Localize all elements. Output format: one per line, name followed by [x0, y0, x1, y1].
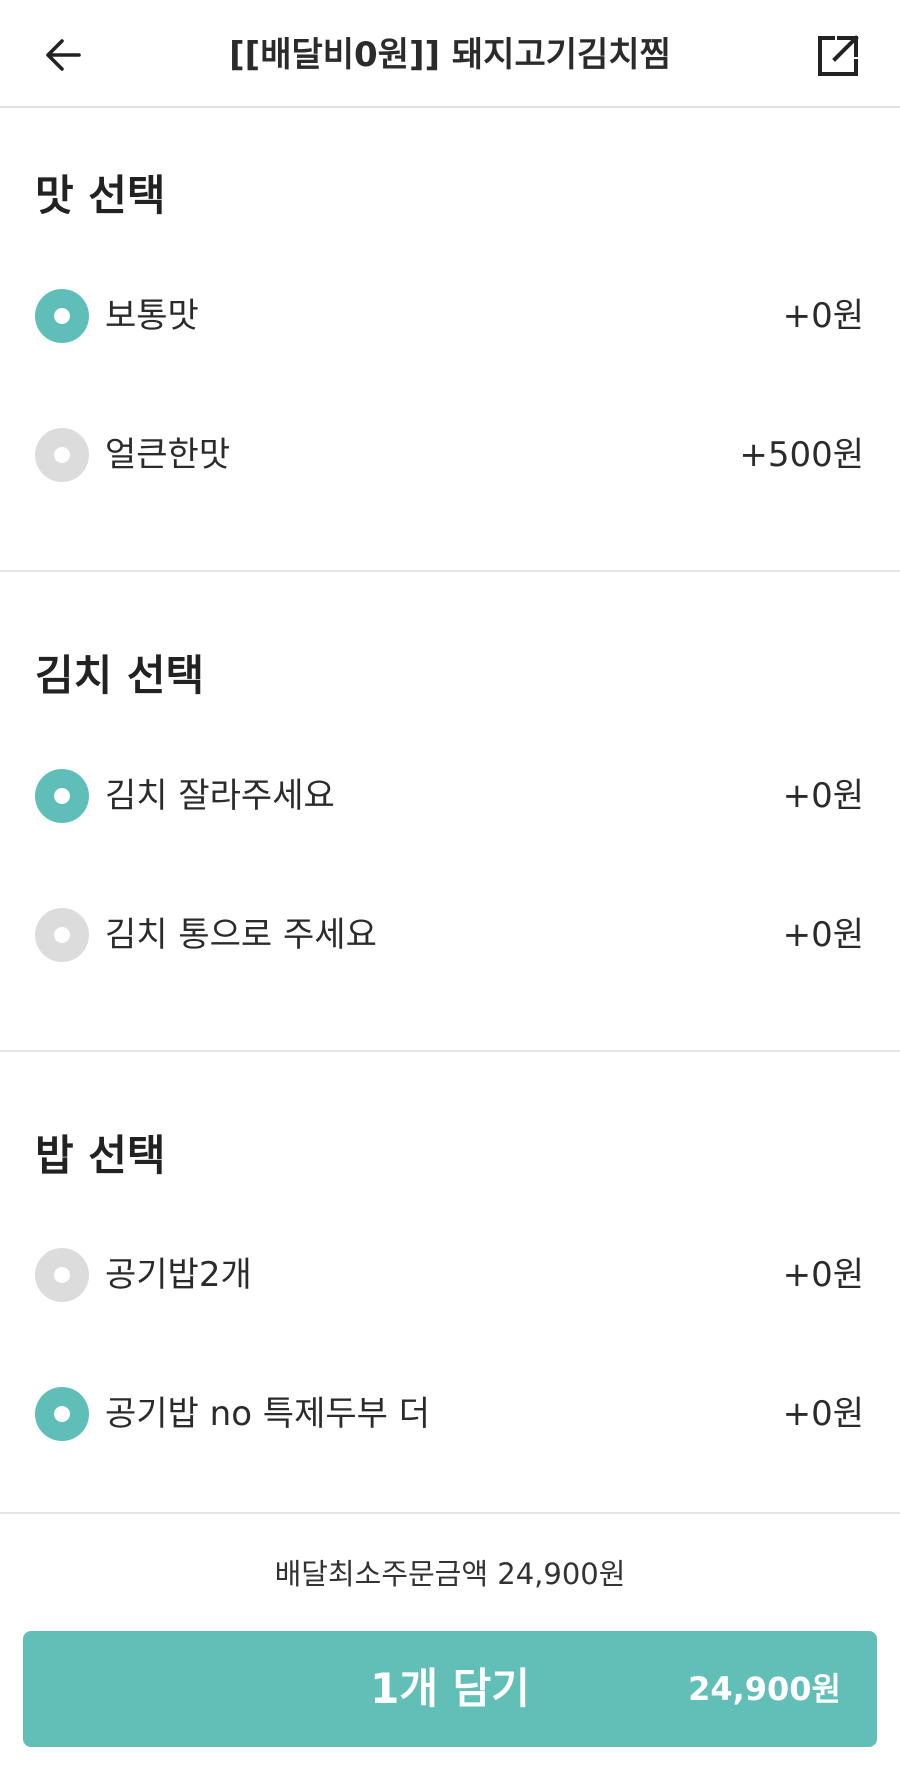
back-button[interactable] [38, 30, 88, 80]
section-title-rice: 밥 선택 [35, 1131, 166, 1180]
radio-selected[interactable] [35, 289, 89, 343]
section-divider [0, 1050, 900, 1052]
page-title: [[배달비0원]] 돼지고기김치찜 [229, 35, 671, 75]
radio-unselected[interactable] [35, 908, 89, 962]
arrow-left-icon [46, 39, 81, 71]
option-rice-tofu[interactable]: 공기밥 no 특제두부 더 +0원 [0, 1379, 900, 1449]
footer-divider [0, 1512, 900, 1514]
option-price: +0원 [782, 296, 864, 336]
option-label: 김치 잘라주세요 [105, 776, 335, 816]
radio-unselected[interactable] [35, 1248, 89, 1302]
option-rice-two[interactable]: 공기밥2개 +0원 [0, 1240, 900, 1310]
option-price: +0원 [782, 1255, 864, 1295]
option-price: +500원 [739, 435, 864, 475]
min-order-note: 배달최소주문금액 24,900원 [274, 1557, 626, 1591]
option-kimchi-whole[interactable]: 김치 통으로 주세요 +0원 [0, 900, 900, 970]
radio-unselected[interactable] [35, 428, 89, 482]
option-taste-normal[interactable]: 보통맛 +0원 [0, 281, 900, 351]
radio-selected[interactable] [35, 1387, 89, 1441]
radio-selected[interactable] [35, 769, 89, 823]
cart-button-price: 24,900원 [688, 1670, 841, 1708]
option-label: 얼큰한맛 [105, 435, 231, 475]
option-kimchi-cut[interactable]: 김치 잘라주세요 +0원 [0, 761, 900, 831]
option-price: +0원 [782, 776, 864, 816]
share-external-icon [818, 35, 859, 76]
section-title-kimchi: 김치 선택 [35, 651, 205, 700]
section-title-taste: 맛 선택 [35, 171, 166, 220]
add-to-cart-button[interactable]: 1개 담기 24,900원 [23, 1631, 877, 1747]
option-price: +0원 [782, 915, 864, 955]
share-button[interactable] [812, 30, 864, 82]
option-label: 공기밥 no 특제두부 더 [105, 1394, 431, 1434]
option-label: 공기밥2개 [105, 1255, 252, 1295]
option-label: 보통맛 [105, 296, 199, 336]
option-label: 김치 통으로 주세요 [105, 915, 377, 955]
app-header: [[배달비0원]] 돼지고기김치찜 [0, 0, 900, 108]
option-taste-spicy[interactable]: 얼큰한맛 +500원 [0, 420, 900, 490]
section-divider [0, 570, 900, 572]
option-price: +0원 [782, 1394, 864, 1434]
